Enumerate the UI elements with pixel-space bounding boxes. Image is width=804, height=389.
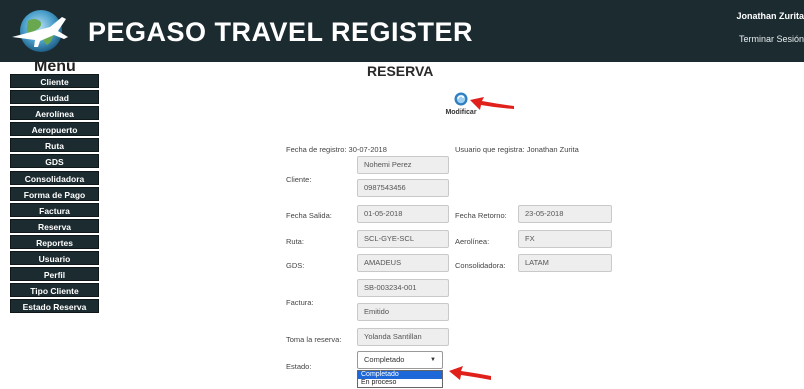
consolidator-field[interactable]: LATAM (518, 254, 612, 272)
sidebar-item-gds[interactable]: GDS (10, 154, 99, 169)
departure-label: Fecha Salida: (286, 211, 332, 220)
registration-date-label: Fecha de registro: 30-07-2018 (286, 145, 387, 154)
sidebar-item-forma-de-pago[interactable]: Forma de Pago (10, 186, 99, 201)
page-title: RESERVA (367, 63, 434, 79)
sidebar-item-perfil[interactable]: Perfil (10, 267, 99, 282)
airline-label: Aerolínea: (455, 237, 490, 246)
status-select[interactable]: Completado ▼ (357, 351, 443, 369)
sidebar-item-tipo-cliente[interactable]: Tipo Cliente (10, 283, 99, 298)
sidebar-item-ruta[interactable]: Ruta (10, 138, 99, 153)
client-name-field[interactable]: Nohemi Perez (357, 156, 449, 174)
app-header: PEGASO TRAVEL REGISTER Jonathan Zurita T… (0, 0, 804, 62)
sidebar-item-consolidadora[interactable]: Consolidadora (10, 170, 99, 185)
return-field[interactable]: 23-05-2018 (518, 205, 612, 223)
departure-field[interactable]: 01-05-2018 (357, 205, 449, 223)
invoice-number-field[interactable]: SB-003234-001 (357, 279, 449, 297)
gds-label: GDS: (286, 261, 305, 270)
route-label: Ruta: (286, 237, 304, 246)
client-id-field[interactable]: 0987543456 (357, 179, 449, 197)
status-select-value: Completado (364, 355, 405, 364)
red-arrow-annotation-icon (470, 97, 514, 110)
sidebar-item-aeropuerto[interactable]: Aeropuerto (10, 122, 99, 137)
app-title: PEGASO TRAVEL REGISTER (88, 17, 474, 47)
logout-link[interactable]: Terminar Sesión (739, 34, 804, 44)
status-option-en-proceso[interactable]: En proceso (358, 379, 442, 387)
sidebar-item-aerolinea[interactable]: Aerolínea (10, 106, 99, 121)
gds-field[interactable]: AMADEUS (357, 254, 449, 272)
client-label: Cliente: (286, 175, 312, 184)
dropdown-arrow-icon: ▼ (430, 357, 436, 363)
user-name: Jonathan Zurita (736, 11, 804, 21)
invoice-label: Factura: (286, 298, 314, 307)
sidebar-item-factura[interactable]: Factura (10, 202, 99, 217)
invoice-status-field[interactable]: Emitido (357, 303, 449, 321)
refresh-globe-icon (454, 92, 468, 106)
status-dropdown-list: Completado En proceso (357, 370, 443, 388)
taken-by-label: Toma la reserva: (286, 335, 342, 344)
airline-field[interactable]: FX (518, 230, 612, 248)
sidebar-item-reportes[interactable]: Reportes (10, 234, 99, 249)
route-field[interactable]: SCL-GYE-SCL (357, 230, 449, 248)
sidebar-item-usuario[interactable]: Usuario (10, 251, 99, 266)
sidebar-item-ciudad[interactable]: Ciudad (10, 90, 99, 105)
status-option-completado[interactable]: Completado (358, 371, 442, 379)
return-label: Fecha Retorno: (455, 211, 507, 220)
sidebar-item-reserva[interactable]: Reserva (10, 218, 99, 233)
registered-by-label: Usuario que registra: Jonathan Zurita (455, 145, 579, 154)
globe-plane-logo-icon (12, 10, 68, 52)
sidebar-menu: Cliente Ciudad Aerolínea Aeropuerto Ruta… (10, 74, 100, 315)
taken-by-field[interactable]: Yolanda Santillan (357, 328, 449, 346)
consolidator-label: Consolidadora: (455, 261, 506, 270)
red-arrow-annotation-icon (449, 366, 491, 380)
sidebar-item-cliente[interactable]: Cliente (10, 74, 99, 88)
status-label: Estado: (286, 362, 312, 371)
sidebar-item-estado-reserva[interactable]: Estado Reserva (10, 299, 99, 314)
